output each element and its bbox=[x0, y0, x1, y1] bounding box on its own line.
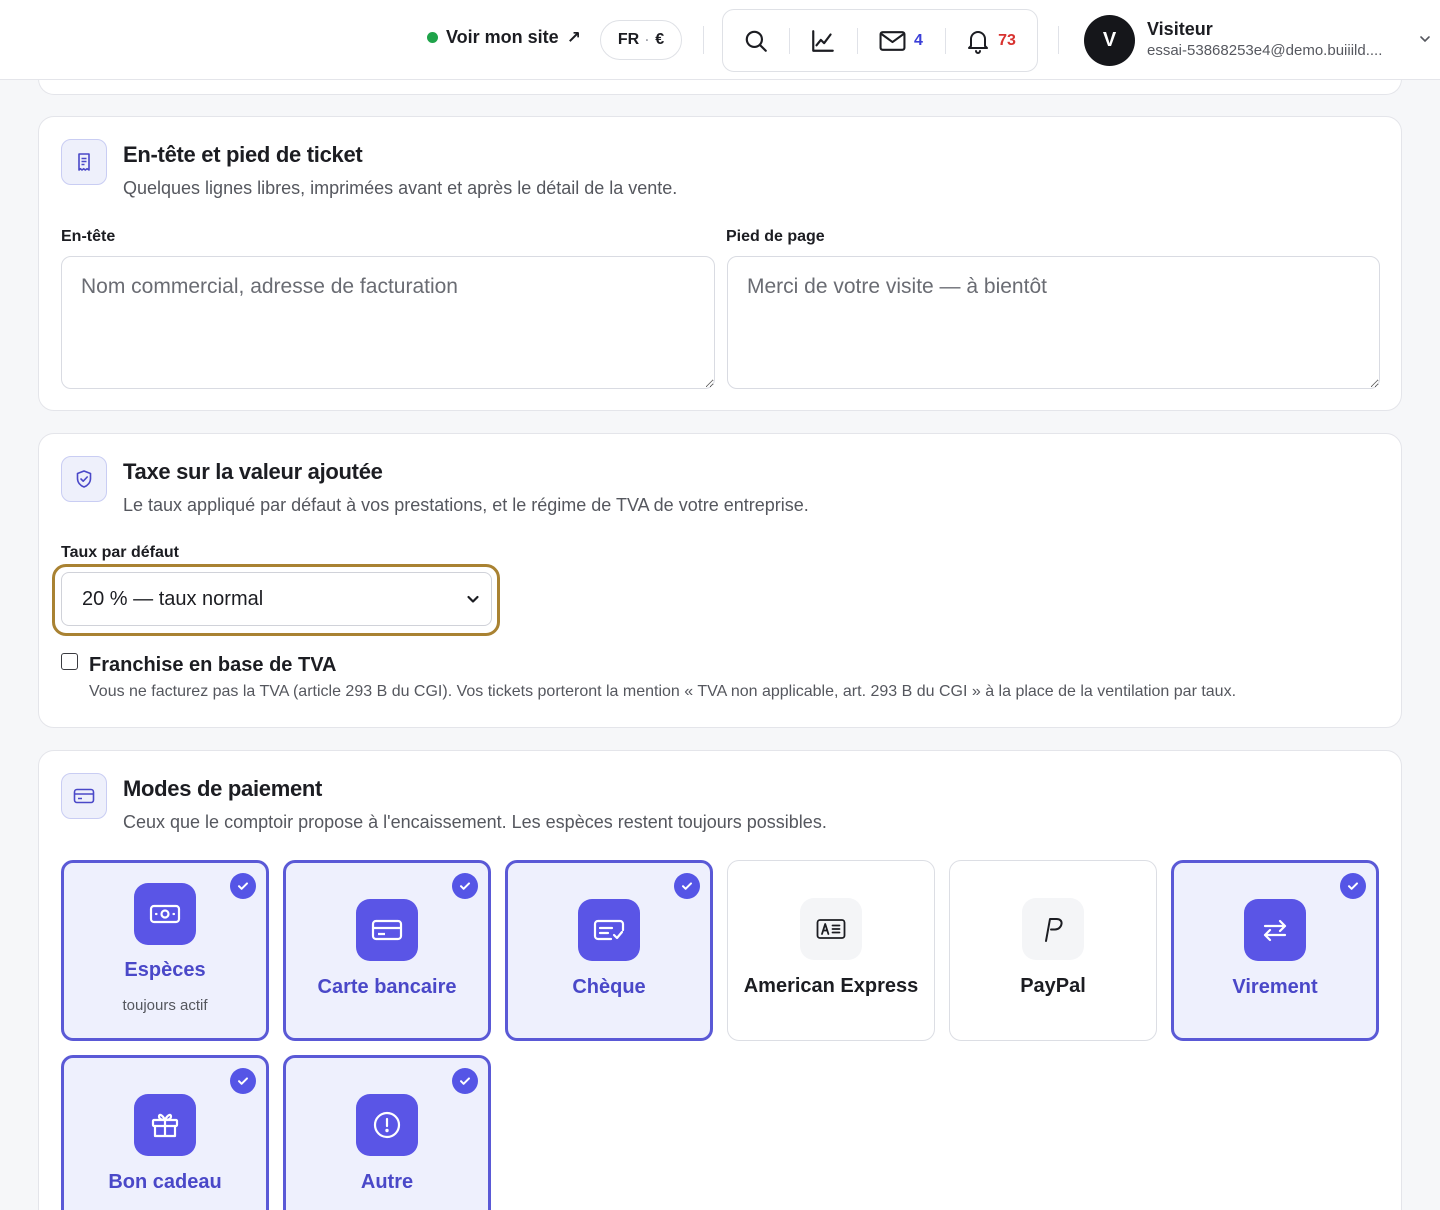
payment-tile-label: PayPal bbox=[1020, 975, 1086, 997]
top-bar: Voir mon site ↗ FR · € 4 73 V Visiteur e… bbox=[0, 0, 1440, 80]
mail-icon bbox=[879, 30, 906, 51]
divider bbox=[1058, 26, 1059, 54]
external-arrow-icon: ↗ bbox=[566, 27, 581, 47]
payment-tile-paypal[interactable]: PayPal bbox=[949, 860, 1157, 1041]
avatar[interactable]: V bbox=[1084, 15, 1135, 66]
franchise-label[interactable]: Franchise en base de TVA bbox=[89, 654, 337, 677]
section-title: En-tête et pied de ticket bbox=[123, 142, 363, 167]
currency-symbol: € bbox=[655, 31, 665, 48]
franchise-checkbox[interactable] bbox=[61, 653, 78, 670]
bell-icon bbox=[968, 30, 989, 54]
payment-tile-label: Espèces bbox=[124, 959, 206, 981]
default-rate-value: 20 % — taux normal bbox=[82, 587, 264, 610]
payment-tile-note: toujours actif bbox=[122, 997, 208, 1014]
payment-tile-autre[interactable]: Autre bbox=[283, 1055, 491, 1210]
section-subtitle: Le taux appliqué par défaut à vos presta… bbox=[123, 495, 809, 515]
divider bbox=[703, 26, 704, 54]
payment-tile-label: Autre bbox=[360, 1171, 414, 1193]
cheque-icon bbox=[578, 899, 640, 961]
payment-tile-especes[interactable]: Espèces toujours actif bbox=[61, 860, 269, 1041]
payment-tile-label: Carte bancaire bbox=[317, 976, 457, 998]
check-icon bbox=[452, 873, 478, 899]
section-title: Taxe sur la valeur ajoutée bbox=[123, 459, 383, 484]
amex-icon bbox=[800, 898, 862, 960]
messages-count: 4 bbox=[914, 31, 923, 49]
messages-button[interactable]: 4 bbox=[857, 10, 945, 71]
check-icon bbox=[230, 1068, 256, 1094]
check-icon bbox=[452, 1068, 478, 1094]
search-button[interactable] bbox=[723, 10, 789, 71]
transfer-icon bbox=[1244, 899, 1306, 961]
default-rate-label: Taux par défaut bbox=[61, 544, 179, 561]
locale-separator: · bbox=[645, 33, 650, 47]
footer-textarea[interactable] bbox=[727, 256, 1380, 389]
ticket-header-footer-card: En-tête et pied de ticket Quelques ligne… bbox=[38, 116, 1402, 411]
default-rate-select[interactable]: 20 % — taux normal bbox=[61, 572, 492, 626]
payment-tile-bon-cadeau[interactable]: Bon cadeau bbox=[61, 1055, 269, 1210]
analytics-button[interactable] bbox=[789, 10, 857, 71]
toolbar-group: 4 73 bbox=[722, 9, 1038, 72]
section-subtitle: Ceux que le comptoir propose à l'encaiss… bbox=[123, 812, 827, 832]
search-icon bbox=[745, 30, 767, 52]
notifications-count: 73 bbox=[998, 31, 1016, 49]
receipt-icon bbox=[61, 139, 107, 185]
online-status-dot bbox=[427, 32, 438, 43]
payment-tile-cheque[interactable]: Chèque bbox=[505, 860, 713, 1041]
payment-tile-label: Chèque bbox=[572, 976, 646, 998]
check-icon bbox=[230, 873, 256, 899]
payment-tile-label: American Express bbox=[743, 975, 919, 997]
payment-tile-label: Bon cadeau bbox=[108, 1171, 222, 1193]
footer-label: Pied de page bbox=[726, 228, 825, 245]
section-title: Modes de paiement bbox=[123, 776, 323, 801]
payment-methods-card: Modes de paiement Ceux que le comptoir p… bbox=[38, 750, 1402, 1210]
paypal-icon bbox=[1022, 898, 1084, 960]
alert-circle-icon bbox=[356, 1094, 418, 1156]
payment-tile-american-express[interactable]: American Express bbox=[727, 860, 935, 1041]
user-email: essai-53868253e4@demo.buiiild.... bbox=[1147, 42, 1383, 59]
payment-tile-carte-bancaire[interactable]: Carte bancaire bbox=[283, 860, 491, 1041]
chevron-down-icon[interactable] bbox=[1418, 32, 1432, 46]
chevron-down-icon bbox=[467, 595, 479, 603]
notifications-button[interactable]: 73 bbox=[945, 10, 1037, 71]
header-label: En-tête bbox=[61, 228, 116, 245]
credit-card-icon bbox=[356, 899, 418, 961]
locale-code: FR bbox=[617, 31, 640, 48]
payment-tile-label: Virement bbox=[1232, 976, 1318, 998]
check-icon bbox=[1340, 873, 1366, 899]
chart-line-icon bbox=[812, 29, 834, 52]
view-site-label: Voir mon site bbox=[446, 27, 559, 47]
view-site-link[interactable]: Voir mon site ↗ bbox=[427, 27, 581, 48]
check-icon bbox=[674, 873, 700, 899]
credit-card-icon bbox=[61, 773, 107, 819]
locale-currency-switcher[interactable]: FR · € bbox=[600, 20, 682, 60]
user-name: Visiteur bbox=[1147, 19, 1213, 39]
shield-check-icon bbox=[61, 456, 107, 502]
header-textarea[interactable] bbox=[61, 256, 715, 389]
vat-card: Taxe sur la valeur ajoutée Le taux appli… bbox=[38, 433, 1402, 728]
cash-icon bbox=[134, 883, 196, 945]
franchise-help-text: Vous ne facturez pas la TVA (article 293… bbox=[89, 683, 1237, 700]
gift-icon bbox=[134, 1094, 196, 1156]
payment-tile-virement[interactable]: Virement bbox=[1171, 860, 1379, 1041]
section-subtitle: Quelques lignes libres, imprimées avant … bbox=[123, 178, 678, 198]
